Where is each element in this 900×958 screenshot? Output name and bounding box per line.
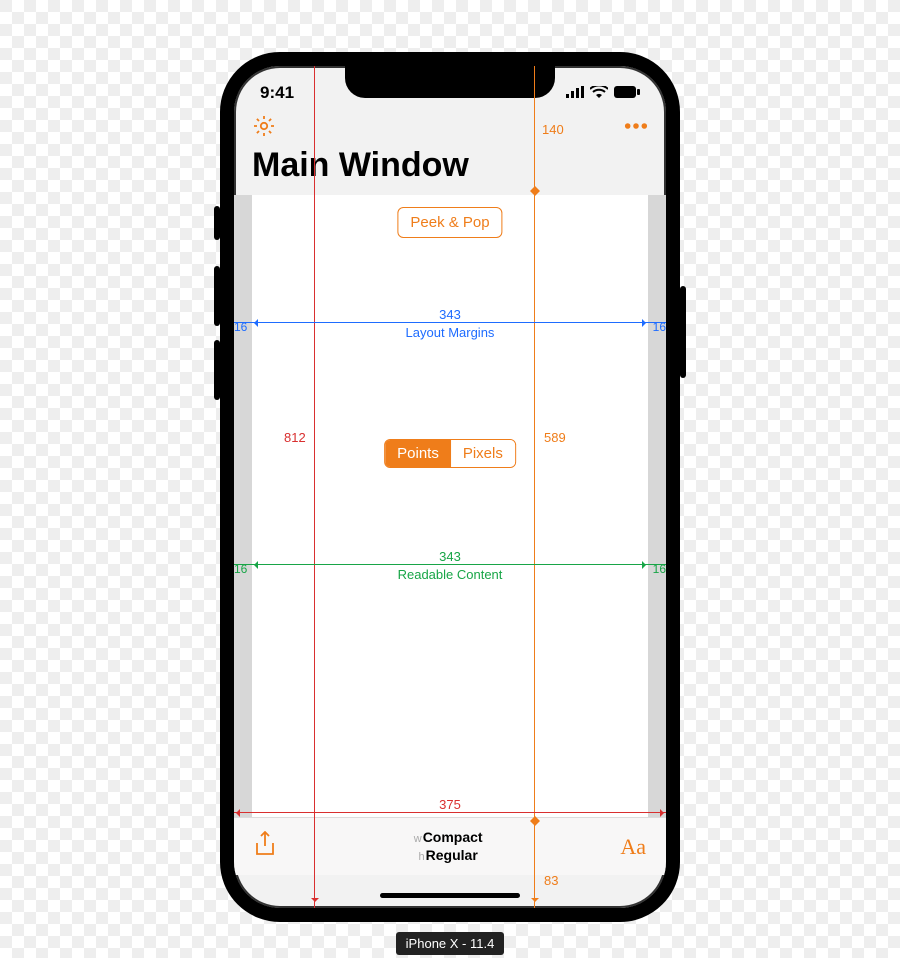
- status-right: [566, 83, 640, 103]
- screen-height-guide: [314, 66, 315, 908]
- peek-pop-button[interactable]: Peek & Pop: [397, 207, 502, 238]
- readable-content-width: 343: [234, 549, 666, 564]
- segment-pixels[interactable]: Pixels: [451, 440, 515, 467]
- size-class-w-prefix: w: [414, 833, 422, 845]
- layout-margins-right: 16: [653, 320, 666, 334]
- size-class-display: wCompact hRegular: [414, 829, 483, 863]
- size-class-h-value: Regular: [426, 847, 478, 863]
- status-bar: 9:41: [234, 66, 666, 106]
- device-side-button: [680, 286, 686, 378]
- layout-margins-width: 343: [234, 307, 666, 322]
- readable-content-row: 343 16 16 Readable Content: [234, 567, 666, 582]
- layout-margins-left: 16: [234, 320, 247, 334]
- size-class-w-value: Compact: [423, 829, 483, 845]
- text-size-icon[interactable]: Aa: [620, 834, 646, 860]
- units-segmented-control[interactable]: Points Pixels: [384, 439, 516, 468]
- device-volume-down: [214, 340, 220, 400]
- status-time: 9:41: [260, 83, 294, 103]
- battery-icon: [614, 83, 640, 103]
- readable-content-right: 16: [653, 562, 666, 576]
- screen-height-value: 812: [284, 430, 306, 445]
- screen: 140 812 589 83 9:41: [234, 66, 666, 908]
- safearea-height-value: 589: [544, 430, 566, 445]
- device-frame: 140 812 589 83 9:41: [220, 52, 680, 922]
- device-volume-up: [214, 266, 220, 326]
- share-icon[interactable]: [254, 831, 276, 863]
- safearea-top-cap: [530, 191, 540, 199]
- cellular-icon: [566, 83, 584, 103]
- screen-width-value: 375: [234, 797, 666, 812]
- safearea-bottom-value: 83: [544, 873, 558, 888]
- layout-margins-row: 343 16 16 Layout Margins: [234, 325, 666, 340]
- readable-content-label: Readable Content: [234, 567, 666, 582]
- device-mute-switch: [214, 206, 220, 240]
- layout-canvas: Peek & Pop 343 16 16 Layout Margins Poin…: [234, 195, 666, 817]
- segment-points[interactable]: Points: [385, 440, 451, 467]
- readable-content-left: 16: [234, 562, 247, 576]
- safearea-top-value: 140: [542, 122, 564, 137]
- size-class-h-prefix: h: [419, 851, 425, 863]
- layout-margins-label: Layout Margins: [234, 325, 666, 340]
- device-caption: iPhone X - 11.4: [396, 932, 505, 955]
- gear-icon[interactable]: [252, 114, 276, 138]
- wifi-icon: [590, 83, 608, 103]
- toolbar: wCompact hRegular Aa: [234, 817, 666, 875]
- page-title: Main Window: [234, 146, 666, 195]
- more-icon[interactable]: [624, 114, 648, 138]
- home-indicator[interactable]: [380, 893, 520, 898]
- nav-bar: [234, 106, 666, 146]
- safearea-bottom-cap: [530, 813, 540, 821]
